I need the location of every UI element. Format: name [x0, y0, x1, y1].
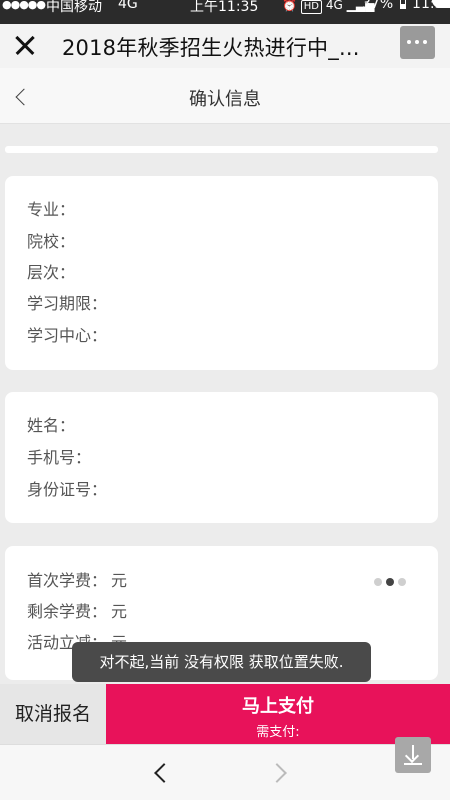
field-label: 院校：: [27, 232, 76, 251]
personal-info-card: 姓名： 手机号： 身份证号：: [5, 392, 438, 523]
field-value: 元: [111, 571, 128, 590]
field-label: 学习期限：: [27, 294, 108, 313]
dot-icon: [423, 40, 427, 44]
alarm-icon: ⏰: [282, 0, 297, 12]
close-icon[interactable]: [10, 26, 40, 64]
pay-now-button[interactable]: 马上支付 需支付:: [106, 684, 450, 744]
signal-label: 4G: [325, 0, 343, 12]
dot-icon: [407, 40, 411, 44]
carousel-dots[interactable]: [374, 571, 410, 590]
field-major: 专业：: [27, 196, 79, 220]
field-school: 院校：: [27, 228, 79, 252]
field-label: 层次：: [27, 263, 76, 282]
field-label: 首次学费：: [27, 571, 108, 590]
page-title: 确认信息: [189, 89, 261, 110]
toast-message: 对不起,当前 没有权限 获取位置失败.: [72, 642, 371, 682]
field-remaining-tuition: 剩余学费：元: [27, 598, 127, 622]
field-label: 学习中心：: [27, 326, 108, 345]
field-name: 姓名：: [27, 412, 79, 436]
status-icons: ⏰ HD 4G ▁▃▅: [282, 0, 374, 14]
field-duration: 学习期限：: [27, 290, 111, 314]
field-label: 专业：: [27, 200, 76, 219]
pager-dot[interactable]: [398, 578, 406, 586]
battery-percent: 37%: [362, 0, 394, 12]
nav-forward-icon[interactable]: [268, 760, 294, 786]
page-header: 确认信息: [0, 68, 450, 124]
field-label: 姓名：: [27, 416, 76, 435]
field-first-tuition: 首次学费：元: [27, 567, 127, 591]
battery-icon: [399, 0, 406, 9]
action-bar: 取消报名 马上支付 需支付:: [0, 684, 450, 744]
field-label: 身份证号：: [27, 480, 108, 499]
pay-now-label: 马上支付: [242, 696, 314, 717]
pager-dot[interactable]: [374, 578, 382, 586]
field-label: 剩余学费：: [27, 602, 108, 621]
signal-dots-icon: ●●●●●: [2, 0, 46, 11]
field-label: 手机号：: [27, 448, 92, 467]
status-time-center: 上午11:35: [190, 0, 259, 15]
field-level: 层次：: [27, 259, 79, 283]
download-icon[interactable]: [395, 737, 431, 773]
field-id-number: 身份证号：: [27, 476, 111, 500]
pager-dot-active[interactable]: [386, 578, 394, 586]
network-type: 4G: [118, 0, 138, 12]
dot-icon: [415, 40, 419, 44]
window-title: 2018年秋季招生火热进行中_...: [62, 36, 360, 60]
cancel-registration-button[interactable]: 取消报名: [0, 684, 106, 744]
progress-strip: [5, 146, 438, 153]
window-title-bar: 2018年秋季招生火热进行中_...: [0, 24, 450, 68]
carrier-name: 中国移动: [46, 0, 102, 15]
browser-nav-bar: [0, 737, 450, 800]
hd-badge: HD: [300, 0, 323, 14]
download-bar: [404, 763, 422, 765]
status-bar: ●●●●● 中国移动 4G 上午11:35 ⏰ HD 4G ▁▃▅ 37% 11…: [0, 0, 450, 24]
field-study-center: 学习中心：: [27, 322, 111, 346]
more-menu-button[interactable]: [400, 26, 435, 59]
nav-back-icon[interactable]: [148, 760, 174, 786]
program-info-card: 专业： 院校： 层次： 学习期限： 学习中心：: [5, 176, 438, 370]
field-phone: 手机号：: [27, 444, 95, 468]
field-value: 元: [111, 602, 128, 621]
